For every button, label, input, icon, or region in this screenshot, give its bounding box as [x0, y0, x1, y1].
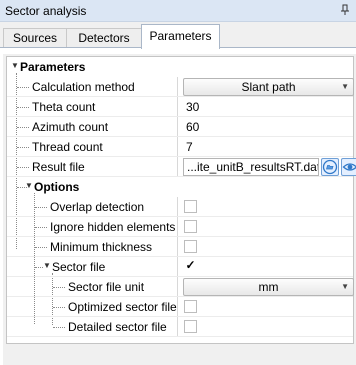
property-label: Detailed sector file: [68, 320, 167, 334]
property-value: ✓: [177, 257, 353, 277]
tree-branch: [53, 327, 65, 328]
chevron-down-icon: ▼: [341, 282, 349, 291]
eye-icon[interactable]: [341, 158, 356, 176]
property-minimum-thickness: Minimum thickness: [7, 237, 353, 257]
tree-branch: [17, 87, 29, 88]
property-label: Overlap detection: [50, 200, 145, 214]
ignore-hidden-checkbox[interactable]: [184, 220, 197, 233]
theta-count-field[interactable]: 30: [186, 100, 199, 114]
property-label: Optimized sector file: [68, 300, 177, 314]
property-value: Slant path ▼: [177, 77, 354, 97]
tree-branch: [53, 307, 65, 308]
tree-branch: [17, 147, 29, 148]
property-label: Sector file: [52, 260, 106, 274]
result-file-field[interactable]: ...ite_unitB_resultsRT.dat: [183, 158, 319, 176]
category-label: Parameters: [20, 60, 86, 74]
tab-sources[interactable]: Sources: [3, 28, 67, 48]
property-value: [177, 217, 353, 237]
tree-branch: [35, 267, 43, 268]
tab-parameters[interactable]: Parameters: [141, 24, 220, 49]
property-value[interactable]: 60: [177, 117, 353, 137]
sector-file-unit-dropdown[interactable]: mm ▼: [183, 278, 354, 296]
calculation-method-dropdown[interactable]: Slant path ▼: [183, 78, 354, 96]
category-label: Options: [34, 180, 80, 194]
property-value: [177, 197, 353, 217]
property-label: Sector file unit: [68, 280, 145, 294]
tree-branch: [53, 287, 65, 288]
window-title: Sector analysis: [5, 4, 87, 18]
tab-detectors[interactable]: Detectors: [66, 28, 142, 48]
overlap-detection-checkbox[interactable]: [184, 200, 197, 213]
property-azimuth-count: Azimuth count 60: [7, 117, 353, 137]
detailed-sector-file-checkbox[interactable]: [184, 320, 197, 333]
collapse-icon[interactable]: ▼: [43, 261, 51, 270]
sector-file-checkbox[interactable]: ✓: [184, 259, 197, 273]
property-detailed-sector-file: Detailed sector file: [7, 317, 353, 337]
tree-branch: [35, 207, 47, 208]
property-value[interactable]: 30: [177, 97, 353, 117]
property-value: [177, 297, 353, 317]
property-label: Thread count: [32, 140, 103, 154]
tree-branch: [17, 167, 29, 168]
property-value: mm ▼: [177, 277, 354, 297]
property-grid: ▼ Parameters Calculation method Slant pa…: [6, 56, 356, 344]
collapse-icon[interactable]: ▼: [11, 61, 19, 70]
property-label: Calculation method: [32, 80, 135, 94]
optimized-sector-file-checkbox[interactable]: [184, 300, 197, 313]
property-overlap-detection: Overlap detection: [7, 197, 353, 217]
tree-branch: [35, 247, 47, 248]
pin-icon[interactable]: [339, 4, 351, 16]
property-label: Result file: [32, 160, 85, 174]
collapse-icon[interactable]: ▼: [25, 181, 33, 190]
property-label: Theta count: [32, 100, 96, 114]
property-label: Ignore hidden elements: [50, 220, 176, 234]
property-value: [177, 317, 353, 337]
dropdown-value: mm: [258, 280, 279, 294]
property-theta-count: Theta count 30: [7, 97, 353, 117]
property-sector-file: ▼ Sector file ✓: [7, 257, 353, 277]
property-calculation-method: Calculation method Slant path ▼: [7, 77, 354, 97]
property-thread-count: Thread count 7: [7, 137, 353, 157]
tab-strip: Sources Detectors Parameters: [0, 22, 356, 49]
property-label: Azimuth count: [32, 120, 109, 134]
property-label: Minimum thickness: [50, 240, 153, 254]
minimum-thickness-checkbox[interactable]: [184, 240, 197, 253]
row-separator: [7, 336, 353, 337]
property-value: [177, 237, 353, 257]
tree-branch: [17, 127, 29, 128]
window-titlebar: Sector analysis: [0, 0, 356, 22]
property-ignore-hidden-elements: Ignore hidden elements: [7, 217, 353, 237]
property-result-file: Result file ...ite_unitB_resultsRT.dat: [7, 157, 356, 177]
property-value: ...ite_unitB_resultsRT.dat: [177, 157, 356, 177]
property-sector-file-unit: Sector file unit mm ▼: [7, 277, 354, 297]
azimuth-count-field[interactable]: 60: [186, 120, 199, 134]
property-optimized-sector-file: Optimized sector file: [7, 297, 353, 317]
tree-branch: [35, 227, 47, 228]
folder-open-icon[interactable]: [321, 158, 339, 176]
thread-count-field[interactable]: 7: [186, 140, 193, 154]
category-options[interactable]: ▼ Options: [7, 177, 353, 197]
chevron-down-icon: ▼: [341, 82, 349, 91]
category-parameters[interactable]: ▼ Parameters: [7, 57, 353, 77]
dropdown-value: Slant path: [241, 80, 296, 94]
property-value[interactable]: 7: [177, 137, 353, 157]
tree-branch: [17, 107, 29, 108]
